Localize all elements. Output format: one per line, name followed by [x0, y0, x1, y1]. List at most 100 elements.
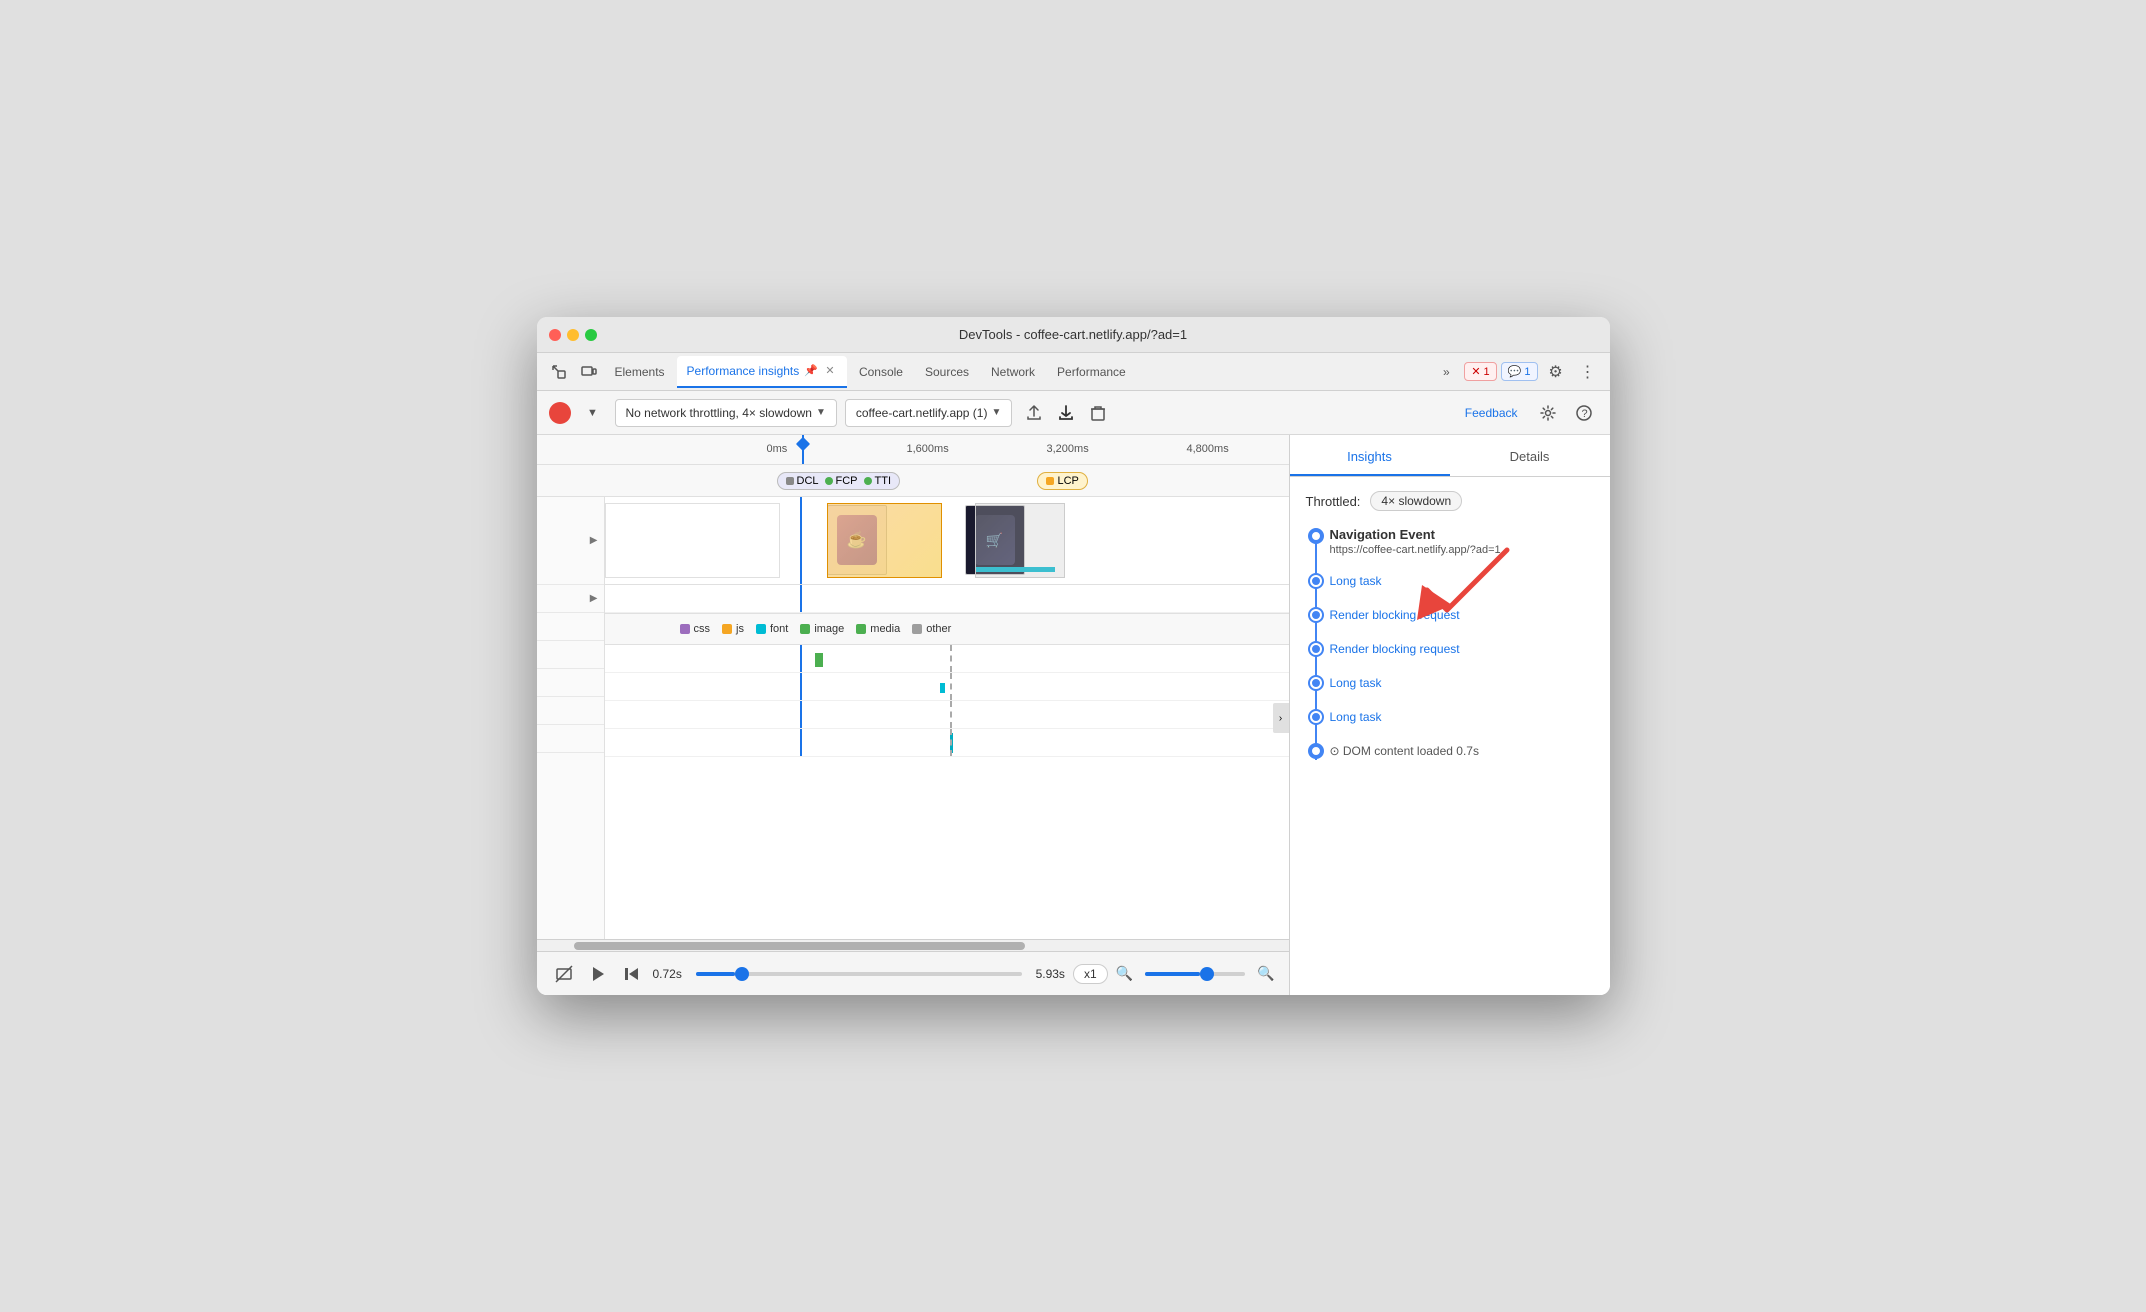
cursor-line-r5: [800, 729, 802, 756]
settings-icon[interactable]: ⚙: [1542, 358, 1570, 386]
panel-tabs: Insights Details: [1290, 435, 1610, 477]
track-label-empty4: [537, 697, 604, 725]
tab-bar-right: » ✕ 1 💬 1 ⚙ ⋮: [1432, 358, 1601, 386]
dropdown-arrow-btn[interactable]: ▼: [579, 399, 607, 427]
timeline-scrollbar[interactable]: [537, 939, 1289, 951]
throttling-label: No network throttling, 4× slowdown: [626, 406, 812, 420]
network-row-4: [605, 701, 1289, 729]
tab-performance[interactable]: Performance: [1047, 356, 1136, 388]
minimize-button[interactable]: [567, 329, 579, 341]
error-icon: ✕: [1471, 365, 1480, 378]
legend-css-color: [680, 624, 690, 634]
zoom-slider[interactable]: [1145, 972, 1245, 976]
zoom-out-icon[interactable]: 🔍: [1116, 965, 1133, 982]
insight-link-long-task-3[interactable]: Long task: [1330, 710, 1382, 724]
insight-link-long-task-1[interactable]: Long task: [1330, 574, 1382, 588]
tab-console[interactable]: Console: [849, 356, 913, 388]
tab-elements[interactable]: Elements: [605, 356, 675, 388]
lcp-badge: LCP: [1037, 472, 1088, 490]
bottom-controls: 0.72s 5.93s x1 🔍 🔍: [537, 951, 1289, 995]
throttling-dropdown[interactable]: No network throttling, 4× slowdown ▼: [615, 399, 837, 427]
inspect-icon[interactable]: [545, 358, 573, 386]
time-end-display: 5.93s: [1036, 967, 1065, 981]
url-dropdown[interactable]: coffee-cart.netlify.app (1) ▼: [845, 399, 1013, 427]
tab-elements-label: Elements: [615, 365, 665, 379]
insight-link-render-block-1[interactable]: Render blocking request: [1330, 608, 1460, 622]
tti-badge: TTI: [864, 475, 892, 487]
insight-item-long-task-1: Long task: [1330, 572, 1594, 590]
tab-performance-insights[interactable]: Performance insights 📌 ✕: [677, 356, 847, 388]
track-label-screenshots: ▶: [537, 497, 604, 585]
dashed-line-r4: [950, 701, 952, 728]
screenshot-thumb-2: 🛒: [965, 505, 1025, 575]
speed-button[interactable]: x1: [1073, 964, 1108, 984]
pin-icon: 📌: [804, 364, 818, 377]
url-arrow-icon: ▼: [991, 407, 1001, 418]
tab-bar: Elements Performance insights 📌 ✕ Consol…: [537, 353, 1610, 391]
throttling-arrow-icon: ▼: [816, 407, 826, 418]
panel-content: Throttled: 4× slowdown Navigation Event …: [1290, 477, 1610, 995]
expand-arrow[interactable]: ›: [1273, 703, 1289, 733]
insight-dot-long-task-1: [1310, 575, 1322, 587]
record-button[interactable]: [549, 402, 571, 424]
lcp-label: LCP: [1058, 475, 1079, 487]
close-button[interactable]: [549, 329, 561, 341]
tti-label: TTI: [875, 475, 892, 487]
title-bar: DevTools - coffee-cart.netlify.app/?ad=1: [537, 317, 1610, 353]
more-tabs-icon[interactable]: »: [1432, 358, 1460, 386]
message-badge[interactable]: 💬 1: [1501, 362, 1538, 381]
time-marker-1600: 1,600ms: [907, 443, 949, 455]
time-slider-thumb[interactable]: [735, 967, 749, 981]
play-icon[interactable]: [585, 961, 611, 987]
legend-js: js: [722, 623, 744, 635]
legend-media-color: [856, 624, 866, 634]
insight-link-long-task-2[interactable]: Long task: [1330, 676, 1382, 690]
screenshot-thumb-1: ☕: [827, 505, 887, 575]
insight-item-render-block-2: Render blocking request: [1330, 640, 1594, 658]
skip-back-icon[interactable]: [619, 961, 645, 987]
fcp-badge: FCP: [825, 475, 858, 487]
insight-nav-url: https://coffee-cart.netlify.app/?ad=1: [1330, 544, 1594, 556]
insight-item-render-block-1: Render blocking request: [1330, 606, 1594, 624]
cursor-line-r2: [800, 645, 802, 672]
right-panel: Insights Details Throttled: 4× slowdown …: [1290, 435, 1610, 995]
error-badge[interactable]: ✕ 1: [1464, 362, 1496, 381]
tab-sources-label: Sources: [925, 365, 969, 379]
legend-font: font: [756, 623, 788, 635]
tab-network-label: Network: [991, 365, 1035, 379]
legend-image-color: [800, 624, 810, 634]
delete-icon[interactable]: [1084, 399, 1112, 427]
scrollbar-thumb[interactable]: [574, 942, 1025, 950]
tab-sources[interactable]: Sources: [915, 356, 979, 388]
maximize-button[interactable]: [585, 329, 597, 341]
insight-item-navigation: Navigation Event https://coffee-cart.net…: [1330, 527, 1594, 556]
tab-performance-insights-label: Performance insights: [687, 364, 800, 378]
upload-icon[interactable]: [1020, 399, 1048, 427]
tab-insights[interactable]: Insights: [1290, 439, 1450, 476]
no-screenshot-icon[interactable]: [551, 961, 577, 987]
zoom-slider-thumb[interactable]: [1200, 967, 1214, 981]
insight-link-render-block-2[interactable]: Render blocking request: [1330, 642, 1460, 656]
zoom-in-icon[interactable]: 🔍: [1257, 965, 1274, 982]
traffic-lights: [549, 329, 597, 341]
tab-network[interactable]: Network: [981, 356, 1045, 388]
network-row-2: [605, 645, 1289, 673]
settings-toolbar-icon[interactable]: [1534, 399, 1562, 427]
timeline-area: 0ms 1,600ms 3,200ms 4,800ms DCL: [537, 435, 1290, 995]
throttled-row: Throttled: 4× slowdown: [1306, 491, 1594, 511]
tab-close-icon[interactable]: ✕: [823, 364, 837, 378]
screenshot-blank-left: [605, 503, 780, 578]
time-slider[interactable]: [696, 972, 1022, 976]
download-icon[interactable]: [1052, 399, 1080, 427]
help-icon[interactable]: ?: [1570, 399, 1598, 427]
dcl-label: DCL: [797, 475, 819, 487]
legend-js-label: js: [736, 623, 744, 635]
cursor-line-r4: [800, 701, 802, 728]
device-icon[interactable]: [575, 358, 603, 386]
tab-details[interactable]: Details: [1450, 439, 1610, 476]
network-row-5: [605, 729, 1289, 757]
feedback-link[interactable]: Feedback: [1465, 406, 1518, 420]
more-options-icon[interactable]: ⋮: [1574, 358, 1602, 386]
time-cursor-diamond: [795, 437, 809, 451]
insight-item-long-task-3: Long task: [1330, 708, 1594, 726]
